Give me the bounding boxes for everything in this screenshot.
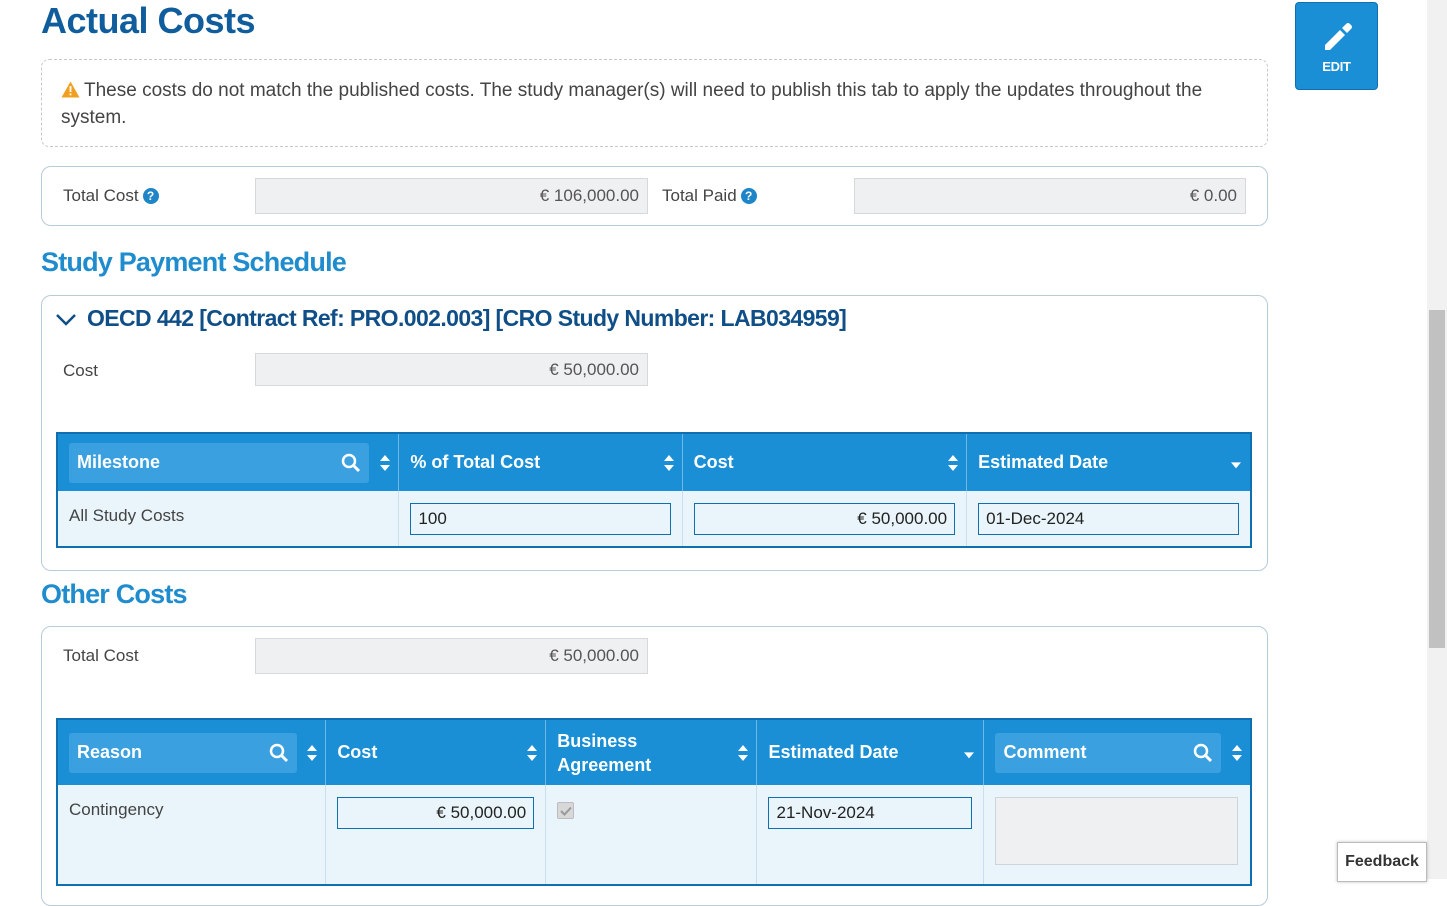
milestone-cell: All Study Costs	[57, 491, 400, 547]
unpublished-warning: These costs do not match the published c…	[41, 59, 1268, 147]
reason-cell: Contingency	[57, 785, 327, 885]
warning-icon	[61, 80, 80, 105]
column-label: Estimated Date	[768, 742, 899, 762]
sort-icon[interactable]	[306, 744, 318, 762]
search-icon[interactable]	[341, 453, 361, 473]
help-icon[interactable]: ?	[142, 188, 159, 204]
sort-desc-icon[interactable]	[1230, 461, 1242, 469]
sort-desc-icon[interactable]	[963, 751, 975, 759]
reason-column-header[interactable]: Reason	[57, 719, 327, 785]
estimated-date-column-header[interactable]: Estimated Date	[966, 433, 1251, 491]
column-label: Comment	[1003, 742, 1087, 762]
cost-input[interactable]: € 50,000.00	[693, 503, 956, 535]
column-label: Cost	[337, 742, 378, 762]
sort-icon[interactable]	[1231, 744, 1243, 762]
scrollbar-thumb[interactable]	[1429, 310, 1445, 648]
comment-column-header[interactable]: Comment	[983, 719, 1251, 785]
business-agreement-column-header[interactable]: Business Agreement	[545, 719, 758, 785]
cost-column-header[interactable]: Cost	[325, 719, 547, 785]
pencil-icon	[1324, 22, 1352, 50]
other-costs-title: Other Costs	[41, 579, 188, 609]
edit-button[interactable]: EDIT	[1295, 2, 1378, 90]
payment-schedule-title: Study Payment Schedule	[41, 247, 347, 277]
sort-icon[interactable]	[737, 744, 749, 762]
estimated-date-input[interactable]: 01-Dec-2024	[978, 503, 1239, 535]
sort-icon[interactable]	[663, 454, 675, 472]
total-paid-field: € 0.00	[854, 178, 1246, 214]
feedback-button[interactable]: Feedback	[1337, 842, 1427, 882]
column-label: Business Agreement	[557, 730, 652, 775]
column-label: % of Total Cost	[410, 452, 541, 472]
column-label: Cost	[693, 452, 734, 472]
cost-column-header[interactable]: Cost	[682, 433, 968, 491]
other-total-cost-label: Total Cost	[63, 646, 139, 665]
comment-textarea[interactable]	[995, 797, 1239, 865]
cost-input[interactable]: € 50,000.00	[337, 797, 535, 829]
checkmark-icon	[559, 806, 572, 816]
study-cost-label: Cost	[63, 361, 98, 380]
business-agreement-checkbox[interactable]	[557, 802, 575, 819]
column-label: Reason	[77, 742, 143, 762]
percent-column-header[interactable]: % of Total Cost	[398, 433, 683, 491]
sort-icon[interactable]	[526, 744, 538, 762]
page-title: Actual Costs	[41, 0, 256, 41]
sort-icon[interactable]	[947, 454, 959, 472]
total-cost-field: € 106,000.00	[255, 178, 648, 214]
search-icon[interactable]	[1193, 743, 1213, 763]
milestone-column-header[interactable]: Milestone	[57, 433, 400, 491]
milestone-table: Milestone % of Total Cost Cost Estimated…	[56, 432, 1252, 548]
study-heading: OECD 442 [Contract Ref: PRO.002.003] [CR…	[87, 305, 847, 331]
other-costs-table: Reason Cost Business Agreement Estimated…	[56, 718, 1252, 886]
table-row: Contingency € 50,000.00 21-Nov-2024	[57, 785, 1251, 885]
warning-text: These costs do not match the published c…	[61, 80, 1203, 128]
percent-input[interactable]: 100	[410, 503, 671, 535]
total-paid-label: Total Paid?	[662, 186, 757, 206]
edit-button-label: EDIT	[1322, 58, 1351, 74]
study-header[interactable]: OECD 442 [Contract Ref: PRO.002.003] [CR…	[55, 305, 847, 332]
help-icon[interactable]: ?	[740, 188, 757, 204]
total-cost-label: Total Cost?	[63, 186, 159, 206]
study-cost-field: € 50,000.00	[255, 353, 648, 386]
table-row: All Study Costs 100 € 50,000.00 01-Dec-2…	[57, 491, 1251, 547]
chevron-down-icon[interactable]	[55, 311, 77, 327]
other-total-cost-field: € 50,000.00	[255, 638, 648, 674]
estimated-date-column-header[interactable]: Estimated Date	[756, 719, 985, 785]
sort-icon[interactable]	[379, 454, 391, 472]
column-label: Estimated Date	[978, 452, 1109, 472]
column-label: Milestone	[77, 452, 161, 472]
estimated-date-input[interactable]: 21-Nov-2024	[768, 797, 973, 829]
search-icon[interactable]	[269, 743, 289, 763]
